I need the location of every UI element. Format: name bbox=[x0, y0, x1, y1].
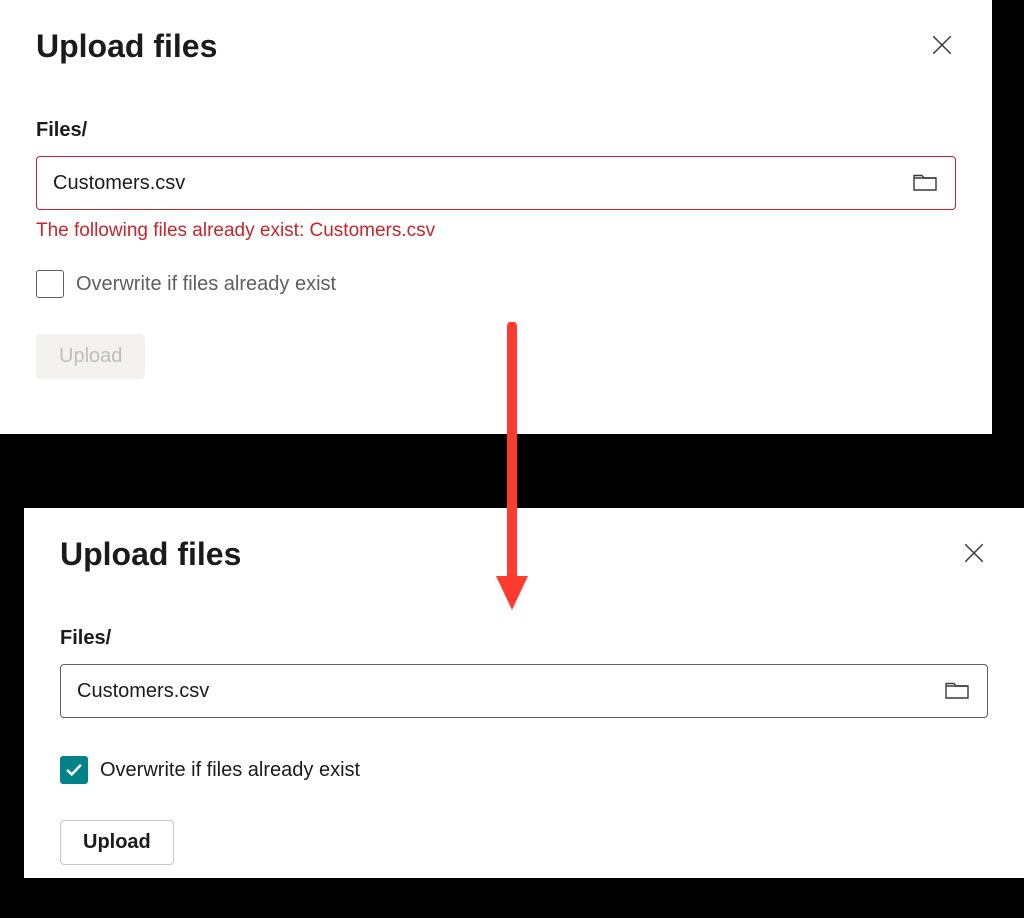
file-input-container bbox=[36, 156, 956, 210]
folder-icon bbox=[913, 172, 937, 195]
overwrite-checkbox[interactable] bbox=[36, 270, 64, 298]
overwrite-checkbox[interactable] bbox=[60, 756, 88, 784]
error-message: The following files already exist: Custo… bbox=[36, 220, 956, 242]
browse-folder-button[interactable] bbox=[943, 678, 971, 705]
close-icon bbox=[964, 543, 984, 566]
files-field-label: Files/ bbox=[60, 627, 988, 650]
files-field-label: Files/ bbox=[36, 119, 956, 142]
file-path-input[interactable] bbox=[77, 680, 943, 703]
upload-button[interactable]: Upload bbox=[36, 334, 145, 379]
panel-header: Upload files bbox=[36, 28, 956, 65]
panel-title: Upload files bbox=[36, 28, 217, 65]
close-button[interactable] bbox=[960, 539, 988, 570]
overwrite-checkbox-row: Overwrite if files already exist bbox=[36, 270, 956, 298]
file-input-container bbox=[60, 664, 988, 718]
upload-button[interactable]: Upload bbox=[60, 820, 174, 865]
overwrite-checkbox-row: Overwrite if files already exist bbox=[60, 756, 988, 784]
overwrite-checkbox-label: Overwrite if files already exist bbox=[100, 759, 360, 782]
upload-files-panel-before: Upload files Files/ The following files … bbox=[0, 0, 992, 434]
close-icon bbox=[932, 35, 952, 58]
folder-icon bbox=[945, 680, 969, 703]
file-path-input[interactable] bbox=[53, 172, 911, 195]
browse-folder-button[interactable] bbox=[911, 170, 939, 197]
spacer bbox=[60, 728, 988, 756]
overwrite-checkbox-label: Overwrite if files already exist bbox=[76, 273, 336, 296]
close-button[interactable] bbox=[928, 31, 956, 62]
panel-header: Upload files bbox=[60, 536, 988, 573]
upload-files-panel-after: Upload files Files/ bbox=[24, 508, 1024, 878]
panel-title: Upload files bbox=[60, 536, 241, 573]
